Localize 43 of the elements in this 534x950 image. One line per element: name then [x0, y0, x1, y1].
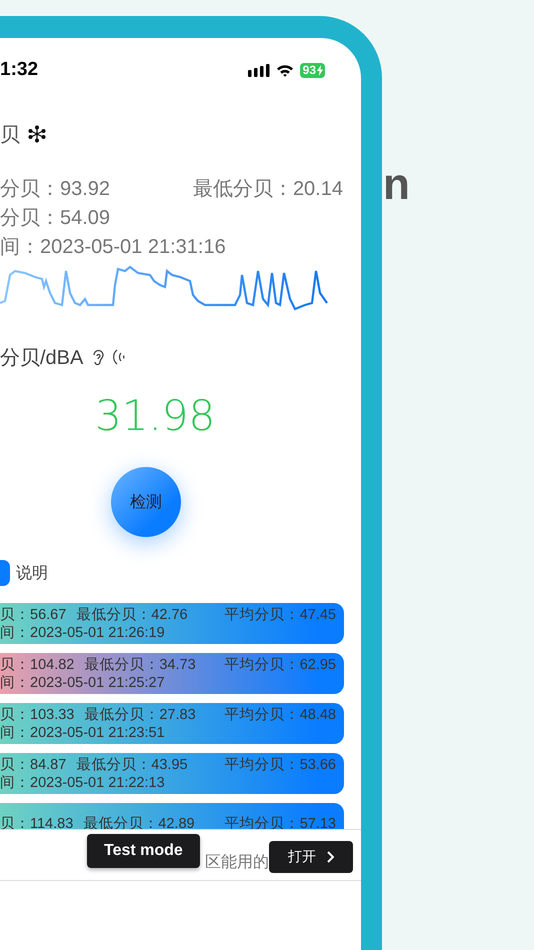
decibel-reading: 31.98 [95, 391, 216, 442]
max-value: 贝：84.87 [0, 756, 66, 774]
headline-text: n [383, 160, 410, 210]
test-mode-badge: Test mode [87, 834, 200, 868]
record-time: 间：2023-05-01 21:23:51 [0, 724, 166, 742]
ad-banner[interactable]: 区能用的 Test mode 打开 [0, 829, 361, 881]
history-card[interactable]: 贝：56.67 最低分贝：42.76 平均分贝：47.45 间：2023-05-01 21:26:19 [0, 603, 344, 644]
ad-text: 区能用的 [205, 852, 269, 872]
stat-text: 分贝：54.09 [0, 206, 110, 231]
detect-button[interactable]: 检测 [111, 467, 181, 537]
record-time: 间：2023-05-01 21:25:27 [0, 674, 166, 692]
signal-icon [248, 64, 270, 76]
charging-icon [317, 64, 323, 76]
history-card[interactable]: 贝：104.82 最低分贝：34.73 平均分贝：62.95 间：2023-05-01 21:25:27 [0, 653, 344, 694]
ear-icon[interactable] [91, 348, 106, 366]
avg-value: 平均分贝：62.95 [224, 656, 336, 674]
min-value: 最低分贝：34.73 [84, 656, 196, 674]
max-value: 贝：103.33 [0, 706, 74, 724]
chevron-icon [326, 851, 334, 863]
min-value: 最低分贝：42.76 [76, 606, 188, 624]
avg-value: 平均分贝：53.66 [224, 756, 336, 774]
status-time: 1:32 [0, 59, 38, 81]
page-title: 贝 [0, 120, 20, 148]
max-value: 贝：56.67 [0, 606, 66, 624]
min-value: 最低分贝：43.95 [76, 756, 188, 774]
stat-text: 最低分贝：20.14 [192, 177, 343, 202]
max-value: 贝：104.82 [0, 656, 74, 674]
min-value: 最低分贝：27.83 [84, 706, 196, 724]
record-time: 间：2023-05-01 21:22:13 [0, 774, 166, 792]
avg-value: 平均分贝：47.45 [224, 606, 336, 624]
wifi-icon [276, 64, 294, 76]
history-card[interactable]: 贝：103.33 最低分贝：27.83 平均分贝：48.48 间：2023-05-01 21:23:51 [0, 703, 344, 744]
stat-text: 分贝：93.92 [0, 177, 110, 202]
record-time: 间：2023-05-01 21:26:19 [0, 624, 166, 642]
history-card[interactable]: 贝：84.87 最低分贝：43.95 平均分贝：53.66 间：2023-05-01 21:22:13 [0, 753, 344, 794]
help-link[interactable]: 说明 [16, 562, 48, 584]
open-button[interactable]: 打开 [269, 841, 353, 873]
avg-value: 平均分贝：48.48 [224, 706, 336, 724]
stat-text: 间：2023-05-01 21:31:16 [0, 235, 226, 260]
battery-indicator: 93 [300, 62, 325, 78]
sound-waves-icon[interactable] [113, 349, 126, 365]
asterisk-icon[interactable] [28, 125, 46, 143]
unit-label: 分贝/dBA [0, 346, 84, 370]
